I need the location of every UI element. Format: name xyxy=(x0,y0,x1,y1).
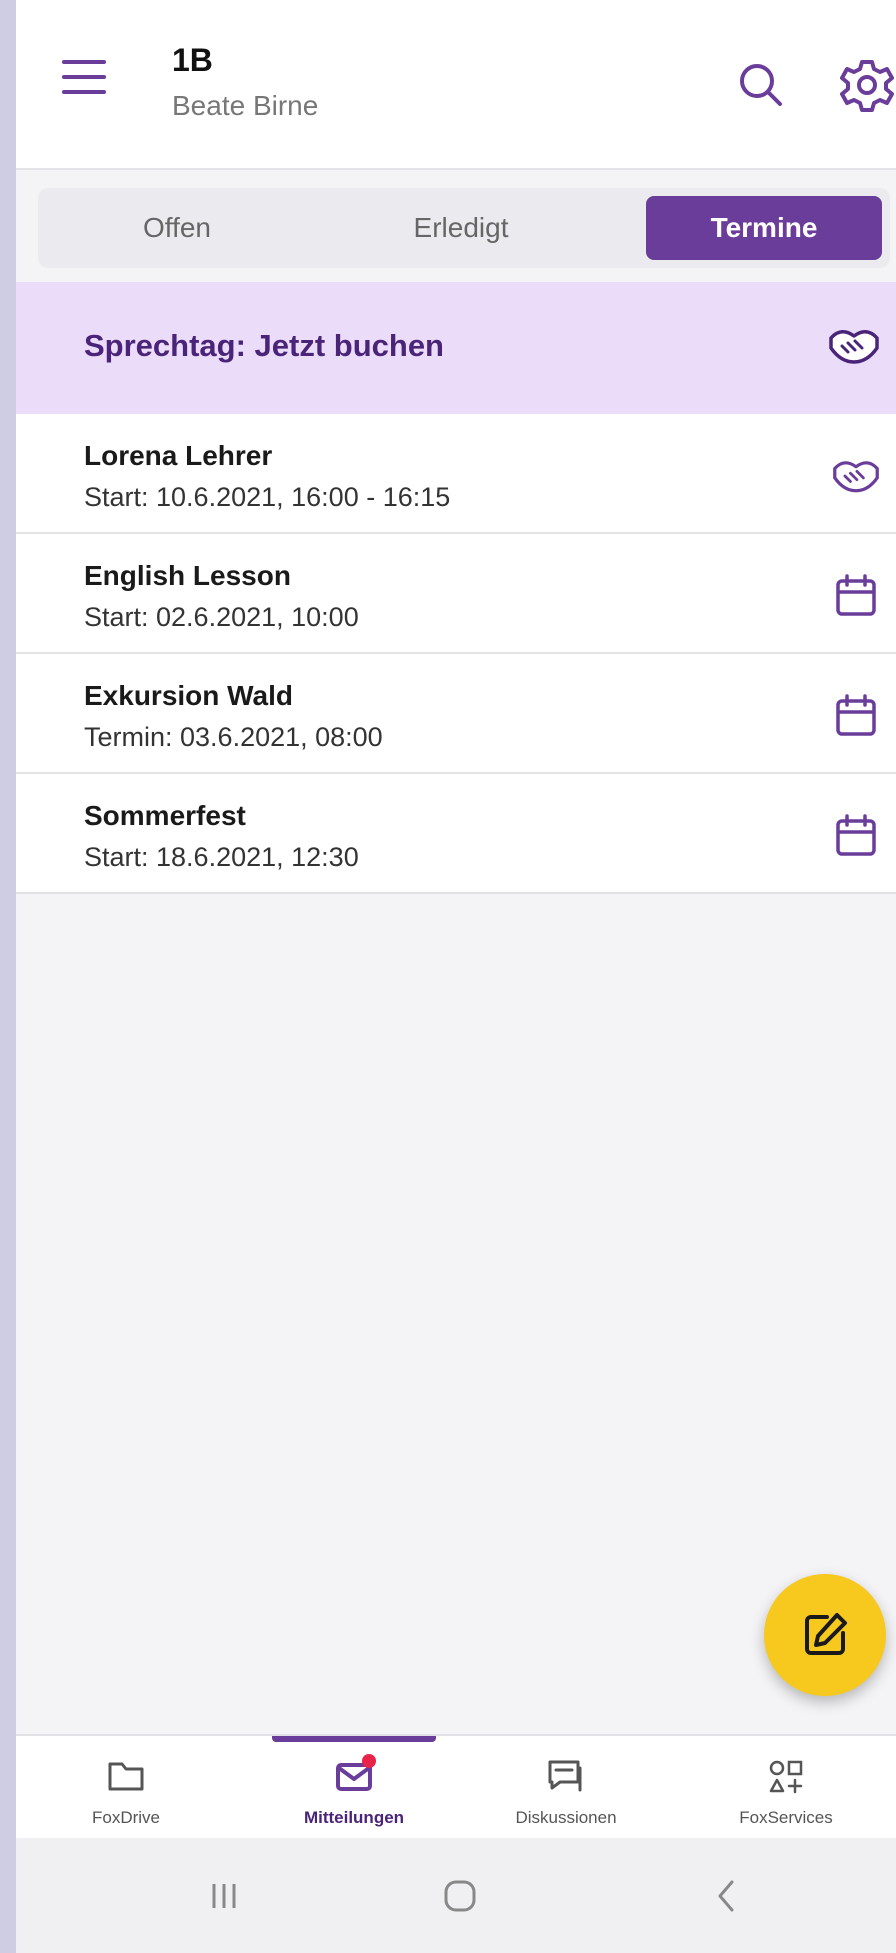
appointment-title: Lorena Lehrer xyxy=(84,440,273,471)
nav-label: Diskussionen xyxy=(515,1808,617,1827)
app-screen: 1B Beate Birne Offen Erledigt Termine Sp… xyxy=(16,0,896,1953)
list-item[interactable]: Exkursion Wald Termin: 03.6.2021, 08:00 xyxy=(16,654,896,774)
class-title: 1B xyxy=(172,42,213,78)
appointment-title: Sommerfest xyxy=(84,800,246,831)
notification-badge xyxy=(362,1754,376,1768)
appointment-title: English Lesson xyxy=(84,560,291,591)
banner-label: Sprechtag: Jetzt buchen xyxy=(84,328,444,363)
tab-erledigt[interactable]: Erledigt xyxy=(332,196,590,260)
handshake-icon xyxy=(832,452,880,500)
system-navigation-bar xyxy=(16,1838,896,1953)
nav-foxdrive[interactable]: FoxDrive xyxy=(16,1736,236,1840)
user-name: Beate Birne xyxy=(172,90,319,121)
appointment-list: Lorena Lehrer Start: 10.6.2021, 16:00 - … xyxy=(16,414,896,894)
nav-mitteilungen[interactable]: Mitteilungen xyxy=(244,1736,464,1840)
nav-foxservices[interactable]: FoxServices xyxy=(676,1736,896,1840)
list-item[interactable]: Lorena Lehrer Start: 10.6.2021, 16:00 - … xyxy=(16,414,896,534)
tab-termine[interactable]: Termine xyxy=(646,196,882,260)
nav-label: Mitteilungen xyxy=(303,1808,405,1827)
calendar-icon xyxy=(832,812,880,860)
gear-icon[interactable] xyxy=(838,56,896,114)
recents-icon[interactable] xyxy=(194,1868,254,1924)
nav-diskussionen[interactable]: Diskussionen xyxy=(456,1736,676,1840)
compose-button[interactable] xyxy=(764,1574,886,1696)
back-icon[interactable] xyxy=(696,1868,756,1924)
nav-label: FoxServices xyxy=(739,1808,833,1827)
nav-label: FoxDrive xyxy=(91,1808,160,1827)
chat-icon xyxy=(548,1760,582,1792)
bottom-navigation: FoxDrive Mitteilungen Diskussionen FoxSe… xyxy=(16,1734,896,1840)
edit-icon xyxy=(805,1613,847,1655)
services-icon xyxy=(769,1760,803,1794)
tab-bar: Offen Erledigt Termine xyxy=(38,188,890,268)
list-item[interactable]: Sommerfest Start: 18.6.2021, 12:30 xyxy=(16,774,896,894)
home-icon[interactable] xyxy=(430,1868,490,1924)
appointment-time: Start: 02.6.2021, 10:00 xyxy=(84,602,359,632)
app-header: 1B Beate Birne xyxy=(16,0,896,170)
folder-icon xyxy=(108,1762,144,1791)
search-icon[interactable] xyxy=(734,58,786,110)
appointment-time: Termin: 03.6.2021, 08:00 xyxy=(84,722,383,752)
appointment-time: Start: 10.6.2021, 16:00 - 16:15 xyxy=(84,482,451,512)
appointment-title: Exkursion Wald xyxy=(84,680,294,711)
appointment-time: Start: 18.6.2021, 12:30 xyxy=(84,842,359,872)
handshake-icon xyxy=(828,326,880,366)
list-item[interactable]: English Lesson Start: 02.6.2021, 10:00 xyxy=(16,534,896,654)
menu-icon[interactable] xyxy=(62,60,106,100)
calendar-icon xyxy=(832,572,880,620)
tab-offen[interactable]: Offen xyxy=(48,196,306,260)
calendar-icon xyxy=(832,692,880,740)
booking-banner[interactable]: Sprechtag: Jetzt buchen xyxy=(16,282,896,414)
